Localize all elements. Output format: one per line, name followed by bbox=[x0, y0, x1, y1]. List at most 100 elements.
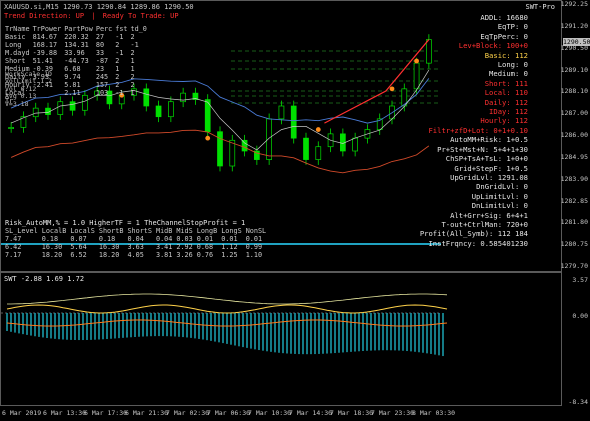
candle-body bbox=[8, 127, 14, 129]
price-tick-label: 1288.10 bbox=[560, 87, 588, 96]
candle-body bbox=[155, 105, 162, 118]
table-cell: 3.63 bbox=[127, 243, 144, 251]
table-cell: 2.92 bbox=[176, 243, 193, 251]
table-row: 7.17 18.20 6.52 18.20 4.05 3.81 3.26 0.76 1.25 1.… bbox=[5, 251, 270, 259]
column-header: TrName bbox=[5, 25, 30, 33]
info-row: Local: 110 bbox=[484, 88, 528, 98]
table-row: Basic 814.67 220.32 27 -1 2 bbox=[5, 33, 150, 41]
table-cell: Long bbox=[5, 41, 22, 49]
column-header: SL_Level bbox=[5, 227, 38, 235]
info-row: EqTpPerc: 0 bbox=[480, 31, 528, 41]
candle-body bbox=[266, 118, 272, 160]
main-chart-window[interactable]: XAUUSD.si,M15 1290.73 1290.84 1289.86 12… bbox=[0, 0, 562, 272]
table-cell: 103 bbox=[95, 89, 109, 97]
table-cell: Basic bbox=[5, 33, 26, 41]
time-tick-label: 6 Mar 17:30 bbox=[84, 409, 128, 417]
info-row: Grid+StepF: 1+0.5 bbox=[454, 163, 528, 173]
info-row: DnLimitLvl: 0 bbox=[471, 201, 528, 211]
symbol-line: XAUUSD.si,M15 1290.73 1290.84 1289.86 12… bbox=[4, 3, 194, 11]
price-tick-label: 1282.85 bbox=[560, 196, 588, 205]
info-row: Daily: 112 bbox=[484, 97, 528, 107]
time-axis[interactable]: 6 Mar 2019 6 Mar 13:30 6 Mar 17:30 6 Mar 21… bbox=[0, 406, 562, 421]
table-cell: 9.74 bbox=[64, 73, 81, 81]
table-cell: 1.10 bbox=[245, 251, 263, 259]
table-cell: 18.20 bbox=[41, 251, 63, 259]
oscillator-line-light bbox=[7, 293, 448, 305]
table-cell bbox=[115, 97, 130, 105]
table-cell: 7.17 bbox=[5, 251, 22, 259]
table-cell: 0.18 bbox=[41, 235, 59, 243]
info-row: Pr+St+Mst+N: 5+4+1+30 bbox=[437, 144, 528, 154]
table-cell: 814.67 bbox=[32, 33, 58, 41]
column-header: LocalS bbox=[70, 227, 95, 235]
table-cell: M.dayd bbox=[5, 49, 30, 57]
table-cell: 1 bbox=[115, 65, 120, 73]
time-tick-label: 6 Mar 13:30 bbox=[43, 409, 87, 417]
oscillator-line-yellow bbox=[6, 304, 448, 314]
oscillator-tick-label: 3.57 bbox=[572, 276, 588, 284]
info-row: Medium: 0 bbox=[489, 69, 528, 79]
info-row: Basic: 112 bbox=[484, 50, 528, 60]
trend-direction-label: Trend Direction: UP | Ready To Trade: UP bbox=[4, 12, 179, 20]
signal-marker bbox=[414, 58, 419, 64]
price-tick-label: 1281.80 bbox=[560, 218, 588, 227]
table-cell: 7.47 bbox=[5, 235, 22, 243]
table-cell: -44.73 bbox=[64, 57, 89, 65]
table-cell: 6.52 bbox=[70, 251, 87, 259]
column-header: ShortS bbox=[127, 227, 152, 235]
table-cell: 6.42 bbox=[5, 243, 22, 251]
table-cell: 33.96 bbox=[64, 49, 85, 57]
oscillator-canvas[interactable] bbox=[1, 273, 561, 405]
info-row: UpLimitLvl: 0 bbox=[471, 191, 528, 201]
table-row: M.dayd -39.88 33.96 33 -1 2 bbox=[5, 49, 150, 57]
table-row: Short 51.41 -44.73 -87 2 1 bbox=[5, 57, 150, 65]
column-header: NonSL bbox=[245, 227, 267, 235]
price-tick-label: 1291.20 bbox=[560, 21, 588, 30]
risk-settings-line: Risk_AutoMM,% = 1.0 HigherTF = 1 TheChan… bbox=[5, 219, 246, 227]
table-cell: 2 bbox=[130, 73, 135, 81]
table-cell: 1 bbox=[130, 65, 135, 73]
table-cell: 18.20 bbox=[98, 251, 120, 259]
table-cell: 0.03 bbox=[176, 235, 193, 243]
price-tick-label: 1287.00 bbox=[560, 109, 588, 118]
table-cell: -1 bbox=[115, 33, 124, 41]
candle-body bbox=[303, 137, 309, 160]
table-cell bbox=[131, 97, 150, 105]
signal-marker bbox=[205, 135, 211, 141]
table-cell: 1.25 bbox=[221, 251, 238, 259]
table-cell: 51.41 bbox=[32, 57, 54, 65]
time-tick-label: 7 Mar 14:30 bbox=[289, 409, 333, 417]
info-row: Short: 111 bbox=[484, 78, 528, 88]
table-row: 6.42 16.30 5.64 16.30 3.63 3.41 2.92 0.68 1.12 0.… bbox=[5, 243, 270, 251]
table-cell: 16.30 bbox=[41, 243, 63, 251]
table-cell: 0.01 bbox=[196, 235, 214, 243]
table-cell: -1 bbox=[130, 41, 139, 49]
table-cell bbox=[96, 97, 115, 105]
table-cell: 0.01 bbox=[221, 235, 238, 243]
table-cell bbox=[64, 97, 96, 105]
time-tick-label: 6 Mar 21:30 bbox=[125, 409, 169, 417]
info-row: ChSP+TsA+TsL: 1+0+0 bbox=[445, 154, 528, 164]
signal-marker bbox=[315, 127, 321, 132]
table-cell: 0.68 bbox=[196, 243, 214, 251]
candle-body bbox=[352, 137, 358, 152]
oscillator-subwindow[interactable]: SWT -2.88 1.69 1.72 bbox=[0, 272, 562, 406]
time-tick-label: 7 Mar 18:30 bbox=[330, 409, 374, 417]
table-cell: 2 bbox=[115, 41, 120, 49]
trend-direction-text: Trend Direction: UP bbox=[4, 12, 85, 20]
candle-body bbox=[278, 105, 285, 120]
info-row: AutoMM+Risk: 1+0.5 bbox=[450, 135, 528, 145]
table-cell: 2 bbox=[115, 57, 120, 65]
time-tick-label: 7 Mar 02:30 bbox=[166, 409, 210, 417]
price-axis[interactable]: 1292.25 1291.20 1290.50 1289.10 1288.10 1287.… bbox=[560, 0, 590, 406]
candle-body bbox=[168, 101, 174, 118]
candle-body bbox=[229, 139, 236, 167]
oscillator-tick-label: -8.34 bbox=[568, 398, 588, 406]
table-cell: -87 bbox=[95, 57, 109, 65]
price-tick-label: 1289.10 bbox=[560, 65, 588, 74]
price-tick-label: 1284.95 bbox=[560, 152, 588, 161]
signal-marker bbox=[389, 86, 395, 92]
info-row: DnGridLvl: 0 bbox=[476, 182, 528, 192]
table-cell: 168.17 bbox=[32, 41, 58, 49]
current-price-marker: 1290.50 bbox=[563, 38, 590, 46]
